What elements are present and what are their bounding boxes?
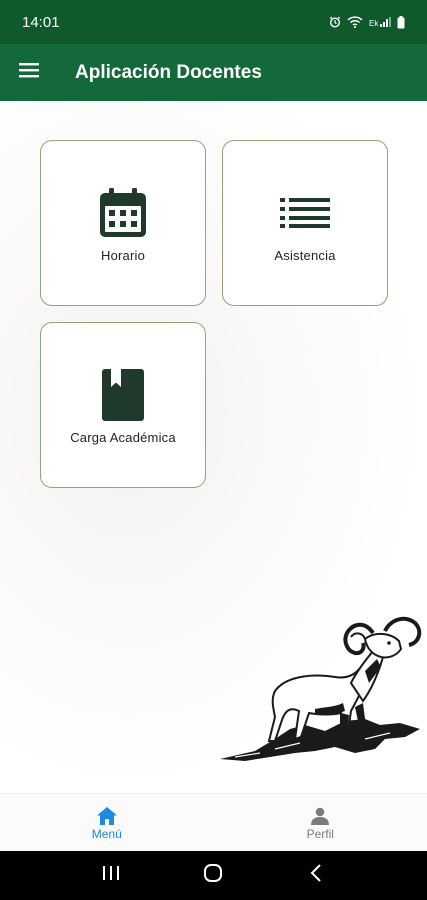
nav-item-perfil[interactable]: Perfil [214,794,427,851]
alarm-icon [329,16,341,28]
card-label: Asistencia [274,248,336,263]
status-icons: Ek [329,15,405,29]
hamburger-icon [19,62,39,83]
card-label: Horario [100,248,146,263]
back-icon [310,864,322,887]
app-bar: Aplicación Docentes [0,44,427,101]
card-horario[interactable]: Horario [40,140,206,306]
back-button[interactable] [296,856,336,896]
signal-icon: Ek [369,16,391,28]
card-carga-academica[interactable]: Carga Académica [40,322,206,488]
menu-button[interactable] [0,44,58,101]
svg-text:Ek: Ek [369,19,379,28]
nav-item-menu[interactable]: Menú [0,794,214,851]
nav-label-perfil: Perfil [306,826,334,841]
list-icon [280,188,330,238]
ram-illustration [215,611,427,771]
system-nav-bar [0,851,427,900]
wifi-icon [347,16,363,28]
calendar-icon [99,188,147,238]
card-asistencia[interactable]: Asistencia [222,140,388,306]
status-bar: 14:01 Ek [0,0,427,44]
person-icon [311,805,330,827]
recent-apps-icon [102,865,120,886]
card-label: Carga Académica [70,430,176,445]
battery-icon [397,15,405,29]
nav-label-menu: Menú [91,826,122,841]
menu-grid: Horario Asistencia Carga Académica [0,101,427,793]
recent-apps-button[interactable] [91,856,131,896]
home-button[interactable] [193,856,233,896]
page-title: Aplicación Docentes [75,61,262,83]
home-circle-icon [203,863,223,888]
status-time: 14:01 [22,13,60,31]
home-icon [96,805,117,827]
bottom-nav: Menú Perfil [0,793,427,851]
book-icon [102,369,144,421]
